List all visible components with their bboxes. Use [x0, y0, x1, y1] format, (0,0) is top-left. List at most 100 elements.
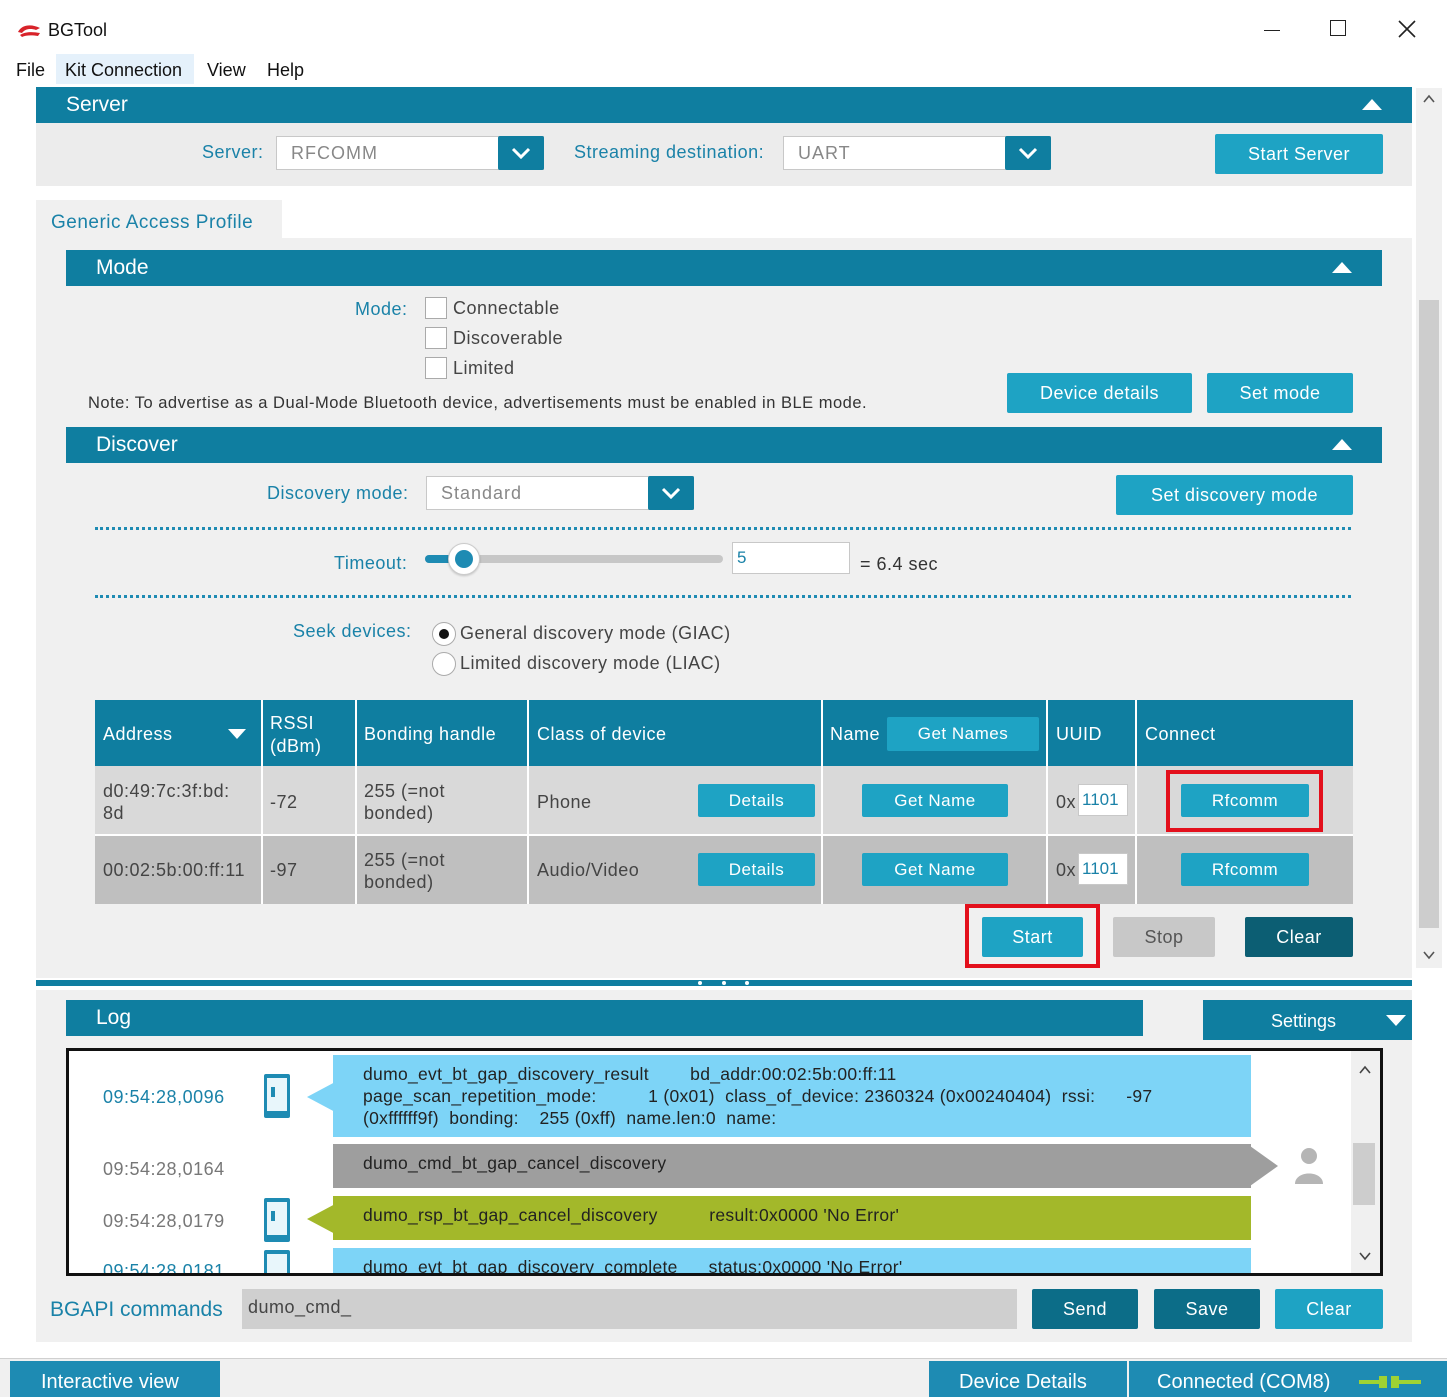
log-message-response[interactable]: dumo_rsp_bt_gap_cancel_discovery result:…: [333, 1196, 1251, 1240]
maximize-button[interactable]: [1330, 20, 1346, 36]
device-table: Address RSSI (dBm) Bonding handle Class …: [95, 700, 1353, 904]
tab-generic-access-profile[interactable]: Generic Access Profile: [36, 200, 282, 240]
liac-radio[interactable]: [432, 652, 456, 676]
set-mode-button[interactable]: Set mode: [1207, 373, 1353, 413]
server-dropdown-button[interactable]: [498, 136, 544, 170]
column-divider: [1135, 700, 1137, 904]
highlight-box: [1166, 770, 1323, 832]
column-header-class: Class of device: [537, 724, 667, 744]
splitter[interactable]: [36, 980, 1412, 986]
streaming-destination-label: Streaming destination:: [574, 142, 765, 162]
send-button[interactable]: Send: [1032, 1289, 1138, 1329]
bgapi-label: BGAPI commands: [50, 1298, 223, 1321]
bubble-pointer: [1250, 1146, 1278, 1186]
scroll-thumb[interactable]: [1419, 300, 1439, 928]
server-header[interactable]: Server: [36, 87, 1412, 123]
column-divider: [355, 700, 357, 904]
discoverable-checkbox[interactable]: [425, 327, 447, 349]
collapse-icon[interactable]: [1362, 99, 1382, 110]
interactive-view-label: Interactive view: [41, 1371, 179, 1393]
log-timestamp: 09:54:28,0164: [103, 1159, 225, 1179]
set-discovery-mode-button[interactable]: Set discovery mode: [1116, 475, 1353, 515]
uuid-field[interactable]: 1101: [1078, 784, 1128, 816]
close-icon[interactable]: [1398, 20, 1416, 38]
column-header-connect: Connect: [1145, 724, 1216, 744]
interactive-view-tab[interactable]: Interactive view: [10, 1361, 220, 1397]
streaming-destination-select[interactable]: UART: [783, 136, 1051, 170]
get-names-button[interactable]: Get Names: [887, 717, 1039, 751]
menu-kit-connection[interactable]: Kit Connection: [56, 54, 194, 84]
server-select-value: RFCOMM: [291, 142, 378, 163]
title-bar: BGTool: [0, 0, 1447, 58]
limited-label: Limited: [453, 358, 515, 378]
collapse-icon[interactable]: [1332, 439, 1352, 450]
server-header-title: Server: [66, 93, 128, 116]
log-settings-label: Settings: [1271, 1011, 1337, 1031]
giac-label: General discovery mode (GIAC): [460, 623, 731, 643]
scroll-down-icon[interactable]: [1359, 1251, 1371, 1261]
stop-discovery-button[interactable]: Stop: [1113, 917, 1215, 957]
log-settings-dropdown[interactable]: Settings: [1203, 1000, 1412, 1040]
connection-status[interactable]: Connected (COM8): [1129, 1361, 1447, 1397]
chevron-down-icon: [661, 487, 681, 499]
log-timestamp: 09:54:28,0179: [103, 1211, 225, 1231]
divider: [95, 527, 1351, 530]
clear-discovery-button[interactable]: Clear: [1245, 917, 1353, 957]
device-details-tab[interactable]: Device Details: [929, 1361, 1127, 1397]
streaming-dropdown-button[interactable]: [1005, 136, 1051, 170]
divider: [95, 595, 1351, 598]
details-button[interactable]: Details: [698, 784, 815, 817]
log-scrollbar[interactable]: [1351, 1051, 1380, 1273]
column-header-address[interactable]: Address: [103, 724, 173, 745]
column-divider: [261, 700, 263, 904]
sort-down-icon[interactable]: [228, 729, 246, 739]
main-scrollbar[interactable]: [1416, 88, 1442, 968]
log-message-event[interactable]: dumo_evt_bt_gap_discovery_result bd_addr…: [333, 1055, 1251, 1137]
tab-generic-access-profile-label: Generic Access Profile: [51, 212, 254, 233]
plug-connected-icon: [1359, 1376, 1421, 1388]
giac-radio[interactable]: [432, 622, 456, 646]
device-details-button[interactable]: Device details: [1007, 373, 1192, 413]
bgapi-command-input[interactable]: dumo_cmd_: [242, 1289, 1017, 1329]
details-button[interactable]: Details: [698, 853, 815, 886]
tab-strip-fill: [282, 200, 1412, 238]
menu-view[interactable]: View: [207, 60, 246, 81]
scroll-thumb[interactable]: [1353, 1143, 1375, 1205]
server-select[interactable]: RFCOMM: [276, 136, 544, 170]
device-icon: [264, 1074, 290, 1118]
minimize-button[interactable]: [1260, 18, 1286, 42]
mode-header[interactable]: Mode: [66, 250, 1382, 286]
discover-header[interactable]: Discover: [66, 427, 1382, 463]
discovery-mode-select[interactable]: Standard: [426, 476, 694, 510]
column-divider: [1046, 700, 1048, 904]
menu-file[interactable]: File: [16, 60, 45, 81]
scroll-up-icon[interactable]: [1423, 94, 1435, 104]
menu-bar: File Kit Connection View Help: [0, 54, 1447, 84]
seek-devices-label: Seek devices:: [293, 621, 412, 641]
slider-thumb[interactable]: [448, 543, 480, 575]
limited-checkbox[interactable]: [425, 357, 447, 379]
column-header-rssi: RSSI (dBm): [270, 713, 322, 756]
collapse-icon[interactable]: [1332, 262, 1352, 273]
scroll-down-icon[interactable]: [1423, 950, 1435, 960]
scroll-up-icon[interactable]: [1359, 1065, 1371, 1075]
cell-address: d0:49:7c:3f:bd: 8d: [103, 781, 230, 823]
cell-rssi: -72: [270, 792, 298, 812]
log-message-event[interactable]: dumo_evt_bt_gap_discovery_complete statu…: [333, 1248, 1251, 1273]
timeout-input[interactable]: [732, 542, 850, 574]
menu-help[interactable]: Help: [267, 60, 304, 81]
log-message-command[interactable]: dumo_cmd_bt_gap_cancel_discovery: [333, 1144, 1251, 1188]
row-divider: [95, 834, 1353, 836]
start-server-button[interactable]: Start Server: [1215, 134, 1383, 174]
clear-log-button[interactable]: Clear: [1275, 1289, 1383, 1329]
discovery-mode-dropdown-button[interactable]: [648, 476, 694, 510]
connection-status-label: Connected (COM8): [1157, 1371, 1331, 1393]
uuid-field[interactable]: 1101: [1078, 853, 1128, 885]
get-name-button[interactable]: Get Name: [862, 784, 1008, 817]
log-header: Log: [66, 1000, 1143, 1036]
save-button[interactable]: Save: [1154, 1289, 1260, 1329]
timeout-slider[interactable]: [425, 543, 723, 575]
connectable-checkbox[interactable]: [425, 297, 447, 319]
get-name-button[interactable]: Get Name: [862, 853, 1008, 886]
rfcomm-button[interactable]: Rfcomm: [1181, 853, 1309, 886]
